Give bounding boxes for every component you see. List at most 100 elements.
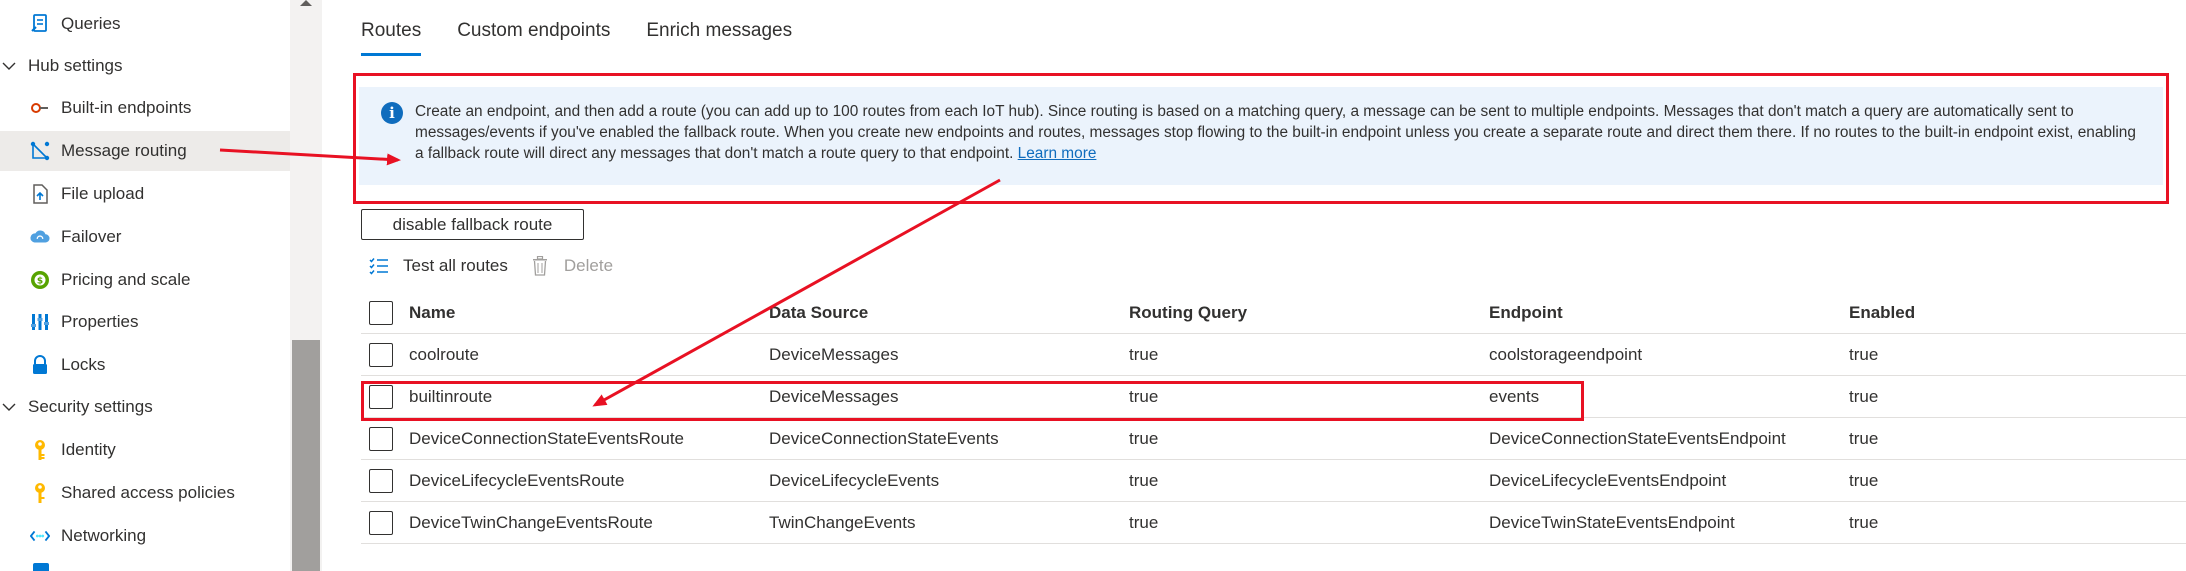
sidebar-item-locks[interactable]: Locks xyxy=(0,345,290,385)
sidebar-item-networking[interactable]: Networking xyxy=(0,516,290,556)
command-bar: Test all routes Delete xyxy=(369,252,635,280)
column-header-routing-query[interactable]: Routing Query xyxy=(1129,303,1247,323)
test-all-routes-label: Test all routes xyxy=(403,256,508,275)
table-row[interactable]: builtinroute DeviceMessages true events … xyxy=(361,376,2186,418)
route-name[interactable]: DeviceConnectionStateEventsRoute xyxy=(409,429,684,449)
row-checkbox[interactable] xyxy=(369,384,393,409)
sidebar-scrollbar[interactable] xyxy=(290,0,322,571)
route-query: true xyxy=(1129,386,1159,406)
column-header-enabled[interactable]: Enabled xyxy=(1849,303,1915,323)
row-checkbox[interactable] xyxy=(369,468,393,493)
column-header-name[interactable]: Name xyxy=(409,303,455,323)
disable-fallback-route-button[interactable]: disable fallback route xyxy=(361,209,584,240)
endpoint-icon xyxy=(30,98,50,118)
route-endpoint: DeviceConnectionStateEventsEndpoint xyxy=(1489,428,1786,448)
route-endpoint: DeviceTwinStateEventsEndpoint xyxy=(1489,512,1735,532)
delete-label: Delete xyxy=(563,256,614,275)
route-query: true xyxy=(1129,344,1159,364)
route-enabled: true xyxy=(1849,428,1879,448)
partial-icon xyxy=(33,563,49,571)
table-row[interactable]: coolroute DeviceMessages true coolstorag… xyxy=(361,334,2186,376)
scrollbar-thumb[interactable] xyxy=(292,340,320,571)
key-icon xyxy=(30,483,50,503)
pricing-icon: $ xyxy=(30,270,50,290)
route-endpoint: events xyxy=(1489,386,1540,406)
sidebar-item-message-routing[interactable]: Message routing xyxy=(0,131,290,171)
chevron-down-icon xyxy=(2,403,16,411)
sidebar-item-failover[interactable]: Failover xyxy=(0,217,290,257)
route-data-source: DeviceMessages xyxy=(769,386,899,406)
networking-icon xyxy=(30,526,50,546)
scroll-up-arrow-icon[interactable] xyxy=(300,0,312,6)
sidebar-item-label: Networking xyxy=(61,526,147,545)
route-data-source: DeviceMessages xyxy=(769,344,899,364)
row-checkbox[interactable] xyxy=(369,342,393,367)
sidebar-item-label: Queries xyxy=(61,14,121,33)
sidebar-item-properties[interactable]: Properties xyxy=(0,302,290,342)
info-text: Create an endpoint, and then add a route… xyxy=(415,101,2145,164)
identity-icon xyxy=(30,440,50,460)
table-row[interactable]: DeviceTwinChangeEventsRoute TwinChangeEv… xyxy=(361,502,2186,544)
route-query: true xyxy=(1129,470,1159,490)
sidebar-item-label: Properties xyxy=(61,312,139,331)
sidebar-item-built-in-endpoints[interactable]: Built-in endpoints xyxy=(0,88,290,128)
tab-routes[interactable]: Routes xyxy=(361,16,422,56)
learn-more-link[interactable]: Learn more xyxy=(1018,145,1097,162)
sidebar-item-label: Identity xyxy=(61,440,116,459)
row-checkbox[interactable] xyxy=(369,510,393,535)
route-query: true xyxy=(1129,428,1159,448)
sidebar-item-label: Locks xyxy=(61,355,106,374)
column-header-data-source[interactable]: Data Source xyxy=(769,303,868,323)
group-security-settings[interactable]: Security settings xyxy=(0,387,290,427)
route-enabled: true xyxy=(1849,512,1879,532)
sidebar-item-label: Failover xyxy=(61,227,122,246)
table-row[interactable]: DeviceConnectionStateEventsRoute DeviceC… xyxy=(361,418,2186,460)
route-data-source: DeviceConnectionStateEvents xyxy=(769,428,999,448)
route-endpoint: DeviceLifecycleEventsEndpoint xyxy=(1489,470,1727,490)
test-all-routes-button[interactable]: Test all routes xyxy=(369,256,508,276)
column-header-endpoint[interactable]: Endpoint xyxy=(1489,303,1563,323)
route-name[interactable]: builtinroute xyxy=(409,387,492,407)
group-label: Hub settings xyxy=(28,56,123,75)
tab-custom-endpoints[interactable]: Custom endpoints xyxy=(457,16,610,56)
info-icon: i xyxy=(381,102,403,124)
routing-icon xyxy=(30,141,50,161)
failover-icon xyxy=(30,227,50,247)
group-hub-settings[interactable]: Hub settings xyxy=(0,46,290,86)
group-label: Security settings xyxy=(28,397,153,416)
file-upload-icon xyxy=(30,184,50,204)
table-header: Name Data Source Routing Query Endpoint … xyxy=(361,292,2186,334)
sidebar-item-file-upload[interactable]: File upload xyxy=(0,174,290,214)
sidebar-item-label: Shared access policies xyxy=(61,483,235,502)
trash-icon xyxy=(530,256,550,276)
sidebar-item-queries[interactable]: Queries xyxy=(0,4,290,44)
route-data-source: TwinChangeEvents xyxy=(769,512,916,532)
table-row[interactable]: DeviceLifecycleEventsRoute DeviceLifecyc… xyxy=(361,460,2186,502)
delete-button[interactable]: Delete xyxy=(530,256,613,276)
tab-enrich-messages[interactable]: Enrich messages xyxy=(646,16,792,56)
properties-icon xyxy=(30,312,50,332)
sidebar-item-identity[interactable]: Identity xyxy=(0,430,290,470)
route-enabled: true xyxy=(1849,344,1879,364)
lock-icon xyxy=(30,355,50,375)
info-message: Create an endpoint, and then add a route… xyxy=(415,103,2136,162)
sidebar-item-shared-access-policies[interactable]: Shared access policies xyxy=(0,473,290,513)
sidebar-item-label: Message routing xyxy=(61,141,187,160)
checklist-icon xyxy=(369,256,389,276)
sidebar-item-label: Pricing and scale xyxy=(61,270,191,289)
route-data-source: DeviceLifecycleEvents xyxy=(769,470,940,490)
tab-bar: Routes Custom endpoints Enrich messages xyxy=(361,16,828,56)
route-name[interactable]: coolroute xyxy=(409,345,479,365)
sidebar-item-pricing-and-scale[interactable]: $ Pricing and scale xyxy=(0,260,290,300)
route-name[interactable]: DeviceTwinChangeEventsRoute xyxy=(409,513,653,533)
info-banner: i Create an endpoint, and then add a rou… xyxy=(359,87,2163,185)
queries-icon xyxy=(30,14,50,34)
route-query: true xyxy=(1129,512,1159,532)
row-checkbox[interactable] xyxy=(369,426,393,451)
sidebar: Queries Hub settings Built-in endpoints … xyxy=(0,0,290,571)
route-enabled: true xyxy=(1849,386,1879,406)
route-name[interactable]: DeviceLifecycleEventsRoute xyxy=(409,471,624,491)
select-all-checkbox[interactable] xyxy=(369,300,393,325)
sidebar-item-label: File upload xyxy=(61,184,145,203)
svg-text:$: $ xyxy=(37,277,43,287)
